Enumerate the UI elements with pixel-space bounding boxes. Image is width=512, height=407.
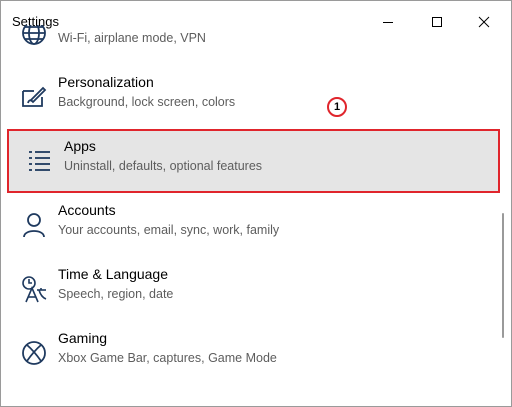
settings-item-desc: Uninstall, defaults, optional features bbox=[64, 159, 263, 173]
person-icon bbox=[23, 213, 45, 238]
scrollbar[interactable] bbox=[502, 213, 504, 338]
settings-item-label: Accounts bbox=[58, 202, 116, 218]
settings-window: Settings Wi-Fi, airplane mode, VPN Perso… bbox=[0, 0, 512, 407]
step-number-badge: 1 bbox=[327, 97, 347, 117]
personalization-icon bbox=[22, 86, 47, 107]
settings-item-gaming[interactable]: Gaming Xbox Game Bar, captures, Game Mod… bbox=[1, 321, 497, 385]
settings-item-accounts[interactable]: Accounts Your accounts, email, sync, wor… bbox=[1, 193, 497, 257]
settings-item-network[interactable]: Wi-Fi, airplane mode, VPN bbox=[1, 25, 497, 65]
settings-item-desc: Xbox Game Bar, captures, Game Mode bbox=[58, 351, 277, 365]
settings-item-time-language[interactable]: Time & Language Speech, region, date bbox=[1, 257, 497, 321]
globe-icon bbox=[22, 25, 46, 45]
settings-item-label: Apps bbox=[64, 138, 96, 154]
settings-item-desc: Background, lock screen, colors bbox=[58, 95, 236, 109]
settings-list: Wi-Fi, airplane mode, VPN Personalizatio… bbox=[1, 25, 511, 406]
settings-item-desc: Speech, region, date bbox=[58, 287, 174, 301]
settings-item-label: Time & Language bbox=[58, 266, 168, 282]
settings-item-desc: Wi-Fi, airplane mode, VPN bbox=[58, 31, 206, 45]
settings-item-apps[interactable]: Apps Uninstall, defaults, optional featu… bbox=[7, 129, 500, 193]
settings-item-label: Personalization bbox=[58, 74, 154, 90]
settings-item-personalization[interactable]: Personalization Background, lock screen,… bbox=[1, 65, 497, 129]
settings-item-label: Gaming bbox=[58, 330, 108, 346]
time-language-icon bbox=[22, 276, 47, 303]
settings-item-desc: Your accounts, email, sync, work, family bbox=[58, 223, 280, 237]
xbox-icon bbox=[22, 341, 46, 365]
apps-list-icon bbox=[29, 151, 50, 171]
